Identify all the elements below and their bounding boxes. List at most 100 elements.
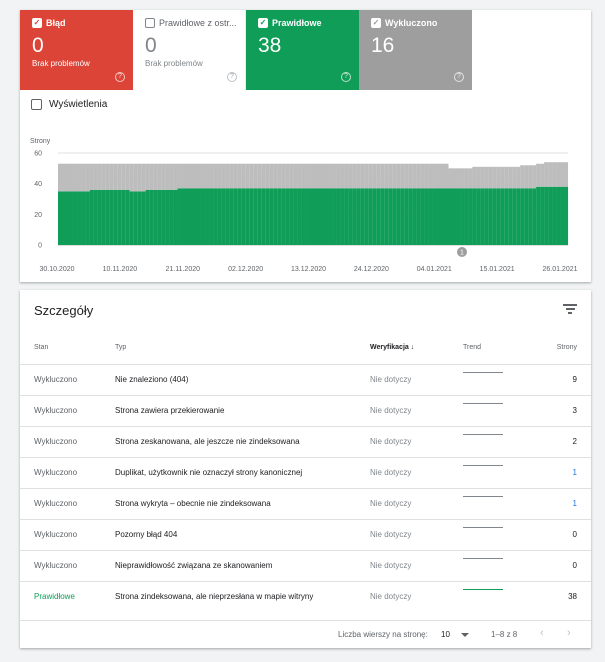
bar-excluded (225, 163, 230, 189)
dropdown-caret-icon[interactable] (461, 633, 469, 637)
tile-error[interactable]: ✓ Błąd 0 Brak problemów ? (20, 10, 133, 90)
x-tick-label: 04.01.2021 (417, 266, 452, 273)
bar-excluded (173, 163, 178, 190)
table-row[interactable]: Wykluczono Nieprawidłowość związana ze s… (20, 549, 591, 581)
bar-excluded (109, 163, 114, 190)
bar-valid (237, 188, 242, 245)
help-icon[interactable]: ? (341, 72, 351, 82)
table-row[interactable]: Wykluczono Duplikat, użytkownik nie ozna… (20, 456, 591, 488)
prev-page-icon[interactable]: ‹ (540, 627, 544, 639)
bar-valid (348, 188, 353, 245)
bar-excluded (113, 163, 118, 190)
bar-valid (257, 188, 262, 245)
bar-valid (404, 188, 409, 245)
bar-valid (556, 186, 561, 245)
bar-valid (420, 188, 425, 245)
bar-valid (480, 188, 485, 245)
rows-per-page-select[interactable]: 10 (441, 630, 450, 639)
cell-weryfikacja: Nie dotyczy (370, 394, 463, 426)
bar-valid (265, 188, 270, 245)
bar-valid (101, 189, 106, 245)
bar-excluded (416, 163, 421, 189)
bar-excluded (392, 163, 397, 189)
checkbox-checked-icon[interactable]: ✓ (371, 18, 381, 28)
bar-excluded (540, 163, 545, 187)
tile-valid[interactable]: ✓ Prawidłowe 38 ? (246, 10, 359, 90)
checkbox-unchecked-icon[interactable] (145, 18, 155, 28)
table-row[interactable]: Wykluczono Strona zeskanowana, ale jeszc… (20, 425, 591, 457)
trend-sparkline (463, 402, 503, 404)
bar-excluded (69, 163, 74, 192)
trend-sparkline (463, 433, 503, 435)
bar-excluded (412, 163, 417, 189)
bar-valid (205, 188, 210, 245)
bar-excluded (101, 163, 106, 190)
bar-valid (137, 191, 142, 245)
bar-excluded (348, 163, 353, 189)
cell-weryfikacja: Nie dotyczy (370, 425, 463, 457)
bar-valid (560, 186, 565, 245)
bar-excluded (301, 163, 306, 189)
y-tick-label: 40 (34, 181, 42, 188)
bar-excluded (149, 163, 154, 190)
cell-weryfikacja: Nie dotyczy (370, 518, 463, 550)
filter-icon[interactable] (563, 304, 577, 316)
table-row[interactable]: Wykluczono Pozorny błąd 404 Nie dotyczy … (20, 518, 591, 550)
next-page-icon[interactable]: › (567, 627, 571, 639)
bar-excluded (93, 163, 98, 190)
bar-valid (412, 188, 417, 245)
bar-excluded (289, 163, 294, 189)
checkbox-checked-icon[interactable]: ✓ (258, 18, 268, 28)
col-header-trend[interactable]: Trend (463, 332, 533, 364)
bar-valid (61, 191, 67, 245)
bar-valid (456, 188, 461, 245)
bar-excluded (81, 163, 86, 192)
help-icon[interactable]: ? (115, 72, 125, 82)
bar-excluded (241, 163, 246, 189)
checkbox-unchecked-icon[interactable] (31, 99, 42, 110)
checkbox-checked-icon[interactable]: ✓ (32, 18, 42, 28)
x-tick-label: 21.11.2020 (165, 266, 200, 273)
bar-valid (336, 188, 341, 245)
col-header-stan[interactable]: Stan (20, 332, 115, 364)
tile-excluded[interactable]: ✓ Wykluczono 16 ? (359, 10, 472, 90)
bar-excluded (73, 163, 78, 192)
help-icon[interactable]: ? (227, 72, 237, 82)
cell-stan: Wykluczono (20, 549, 115, 581)
tile-value: 0 (32, 34, 44, 57)
x-tick-label: 13.12.2020 (291, 266, 326, 273)
bar-valid (372, 188, 377, 245)
cell-typ: Strona zawiera przekierowanie (115, 394, 370, 426)
col-header-typ[interactable]: Typ (115, 332, 370, 364)
details-title: Szczegóły (34, 303, 94, 318)
bar-valid (432, 188, 437, 245)
cell-stan: Prawidłowe (20, 580, 115, 612)
help-icon[interactable]: ? (454, 72, 464, 82)
bar-excluded (58, 163, 63, 192)
bar-valid (388, 188, 393, 245)
table-row[interactable]: Wykluczono Strona wykryta – obecnie nie … (20, 487, 591, 519)
cell-stan: Wykluczono (20, 363, 115, 395)
bar-valid (356, 188, 361, 245)
impressions-toggle[interactable]: Wyświetlenia (31, 99, 107, 110)
bar-excluded (205, 163, 210, 189)
bar-valid (548, 186, 553, 245)
bar-valid (313, 188, 318, 245)
bar-valid (145, 189, 150, 245)
bar-valid (69, 191, 74, 245)
bar-excluded (528, 165, 533, 189)
table-row[interactable]: Wykluczono Nie znaleziono (404) Nie doty… (20, 363, 591, 395)
tile-valid-with-warnings[interactable]: Prawidłowe z ostr... 0 Brak problemów ? (133, 10, 246, 90)
bar-valid (269, 188, 274, 245)
cell-weryfikacja: Nie dotyczy (370, 487, 463, 519)
bar-excluded (297, 163, 302, 189)
col-header-strony[interactable]: Strony (533, 332, 591, 364)
bar-excluded (117, 163, 122, 190)
bar-valid (400, 188, 405, 245)
col-header-weryfikacja[interactable]: Weryfikacja ↓ (370, 332, 463, 364)
table-row[interactable]: Prawidłowe Strona zindeksowana, ale niep… (20, 580, 591, 612)
bar-excluded (129, 163, 134, 192)
table-row[interactable]: Wykluczono Strona zawiera przekierowanie… (20, 394, 591, 426)
bar-valid (504, 188, 509, 245)
bar-valid (193, 188, 198, 245)
